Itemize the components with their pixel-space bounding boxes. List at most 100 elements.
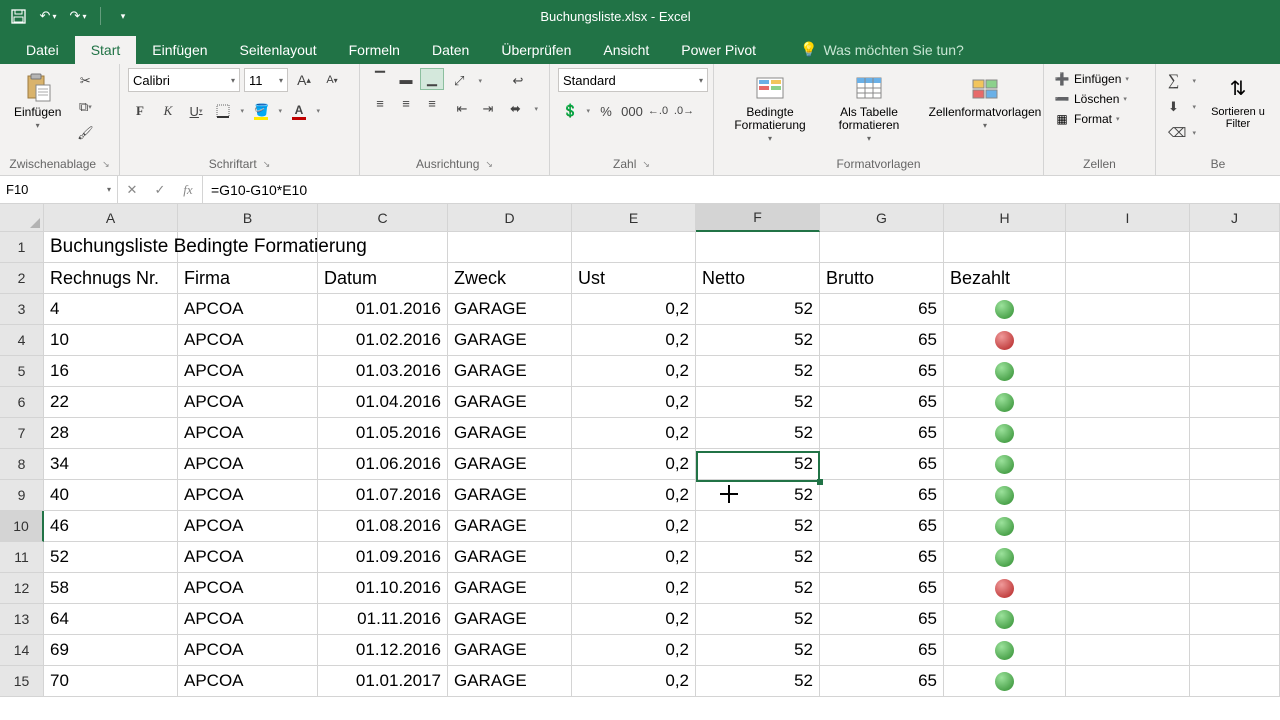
cell[interactable]: 52 (696, 480, 820, 511)
row-header[interactable]: 4 (0, 325, 44, 356)
align-bottom-icon[interactable]: ▁ (420, 68, 444, 90)
cell[interactable] (1190, 604, 1280, 635)
cell[interactable]: 01.06.2016 (318, 449, 448, 480)
cell[interactable]: 65 (820, 294, 944, 325)
row-header[interactable]: 9 (0, 480, 44, 511)
cell[interactable] (944, 573, 1066, 604)
fill-color-icon[interactable]: 🪣▾ (250, 100, 284, 122)
cell[interactable] (1190, 294, 1280, 325)
cell[interactable] (944, 542, 1066, 573)
cell[interactable]: Rechnugs Nr. (44, 263, 178, 294)
cell[interactable] (1066, 666, 1190, 697)
cell[interactable]: GARAGE (448, 418, 572, 449)
cell[interactable] (1066, 325, 1190, 356)
cell[interactable]: 52 (696, 325, 820, 356)
cell[interactable]: 0,2 (572, 387, 696, 418)
cell[interactable]: APCOA (178, 356, 318, 387)
cell[interactable]: 46 (44, 511, 178, 542)
cell[interactable]: 4 (44, 294, 178, 325)
cell[interactable] (572, 232, 696, 263)
tab-data[interactable]: Daten (416, 36, 485, 64)
cell[interactable]: 52 (696, 294, 820, 325)
cell[interactable]: 01.09.2016 (318, 542, 448, 573)
cell[interactable]: GARAGE (448, 294, 572, 325)
cell[interactable]: GARAGE (448, 325, 572, 356)
column-header[interactable]: H (944, 204, 1066, 232)
cell[interactable]: 40 (44, 480, 178, 511)
cell[interactable]: 58 (44, 573, 178, 604)
row-header[interactable]: 2 (0, 263, 44, 294)
cell[interactable]: 0,2 (572, 480, 696, 511)
increase-indent-icon[interactable]: ⇥ (476, 98, 500, 120)
align-middle-icon[interactable]: ▬ (394, 68, 418, 90)
cell[interactable] (944, 604, 1066, 635)
row-header[interactable]: 1 (0, 232, 44, 263)
format-cells-button[interactable]: ▦Format▾ (1052, 110, 1131, 128)
cell[interactable] (1190, 666, 1280, 697)
cell[interactable]: GARAGE (448, 387, 572, 418)
cell[interactable]: GARAGE (448, 635, 572, 666)
cell[interactable] (1066, 604, 1190, 635)
cell[interactable]: 0,2 (572, 325, 696, 356)
cell[interactable]: APCOA (178, 294, 318, 325)
cell[interactable]: 52 (44, 542, 178, 573)
cell[interactable] (944, 666, 1066, 697)
cell[interactable]: 52 (696, 542, 820, 573)
cell[interactable] (944, 480, 1066, 511)
fill-icon[interactable]: ⬇▾ (1164, 96, 1198, 118)
align-center-icon[interactable]: ≡ (394, 92, 418, 114)
borders-icon[interactable]: ▾ (212, 100, 246, 122)
cell[interactable]: 65 (820, 511, 944, 542)
fx-icon[interactable]: fx (174, 182, 202, 198)
cell[interactable] (944, 356, 1066, 387)
formula-input[interactable]: =G10-G10*E10 (203, 176, 1280, 203)
cell[interactable] (1066, 480, 1190, 511)
save-icon[interactable] (10, 8, 26, 24)
column-header[interactable]: C (318, 204, 448, 232)
font-family-select[interactable]: Calibri▾ (128, 68, 240, 92)
cell[interactable]: 65 (820, 325, 944, 356)
cell[interactable]: Brutto (820, 263, 944, 294)
tab-insert[interactable]: Einfügen (136, 36, 223, 64)
cell[interactable]: 65 (820, 604, 944, 635)
redo-icon[interactable]: ↷▾ (70, 8, 86, 24)
cell[interactable] (696, 232, 820, 263)
row-header[interactable]: 13 (0, 604, 44, 635)
cell[interactable] (1066, 263, 1190, 294)
cell[interactable]: 16 (44, 356, 178, 387)
cell[interactable] (1190, 356, 1280, 387)
row-header[interactable]: 3 (0, 294, 44, 325)
cell[interactable]: 65 (820, 573, 944, 604)
increase-font-icon[interactable]: A▴ (292, 69, 316, 91)
dialog-launcher-icon[interactable]: ↘ (485, 159, 493, 170)
decrease-font-icon[interactable]: A▾ (320, 69, 344, 91)
cell[interactable] (1190, 387, 1280, 418)
paste-button[interactable]: Einfügen ▾ (8, 68, 67, 134)
cell[interactable]: 10 (44, 325, 178, 356)
row-header[interactable]: 14 (0, 635, 44, 666)
cell[interactable]: 0,2 (572, 635, 696, 666)
cell[interactable] (1190, 573, 1280, 604)
cell[interactable] (1066, 418, 1190, 449)
clear-icon[interactable]: ⌫▾ (1164, 122, 1198, 144)
cell[interactable] (1066, 511, 1190, 542)
cell[interactable]: 0,2 (572, 542, 696, 573)
tab-file[interactable]: Datei (10, 36, 75, 64)
row-header[interactable]: 15 (0, 666, 44, 697)
column-header[interactable]: E (572, 204, 696, 232)
cell[interactable]: Buchungsliste Bedingte Formatierung (44, 232, 178, 263)
cell[interactable] (1066, 356, 1190, 387)
wrap-text-icon[interactable]: ↩ (506, 70, 530, 92)
cell[interactable]: APCOA (178, 480, 318, 511)
cell[interactable] (944, 449, 1066, 480)
cell[interactable] (1190, 232, 1280, 263)
cell[interactable]: 01.04.2016 (318, 387, 448, 418)
cell[interactable]: 69 (44, 635, 178, 666)
cell[interactable]: 0,2 (572, 666, 696, 697)
cell[interactable]: APCOA (178, 604, 318, 635)
spreadsheet-grid[interactable]: ABCDEFGHIJ 1Buchungsliste Bedingte Forma… (0, 204, 1280, 697)
select-all-button[interactable] (0, 204, 44, 232)
cell[interactable]: 65 (820, 635, 944, 666)
cell[interactable]: Ust (572, 263, 696, 294)
cell[interactable]: 01.12.2016 (318, 635, 448, 666)
